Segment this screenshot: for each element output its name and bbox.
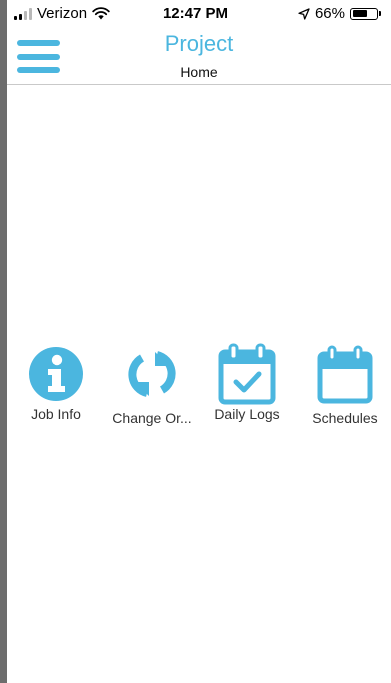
tile-schedules[interactable]: Schedules [310,340,380,440]
tile-label: Schedules [312,410,378,426]
battery-tip [379,11,381,16]
tile-job-info[interactable]: Job Info [25,340,87,440]
location-arrow-icon [298,7,310,20]
tile-daily-logs[interactable]: Daily Logs [214,340,280,440]
system-indicators: 66% [298,5,381,22]
page-title: Project [164,31,234,56]
battery-percent: 66% [314,5,345,22]
battery-icon [350,7,378,20]
feature-tiles: Job Info Change Or... Daily Logs Schedul… [0,340,391,440]
tile-label: Change Or... [112,410,192,426]
tile-label: Job Info [31,406,81,422]
page-subtitle: Home [180,64,218,80]
app-screen: Verizon 12:47 PM 66% Project Home Job In… [0,0,391,683]
nav-header: Project Home [7,28,391,85]
refresh-icon [128,351,176,397]
calendar-check-icon [218,343,276,405]
tile-label: Daily Logs [214,406,280,422]
info-icon [29,347,83,401]
calendar-icon [317,345,373,404]
status-bar: Verizon 12:47 PM 66% [0,0,391,28]
tile-change-orders[interactable]: Change Or... [112,340,192,440]
